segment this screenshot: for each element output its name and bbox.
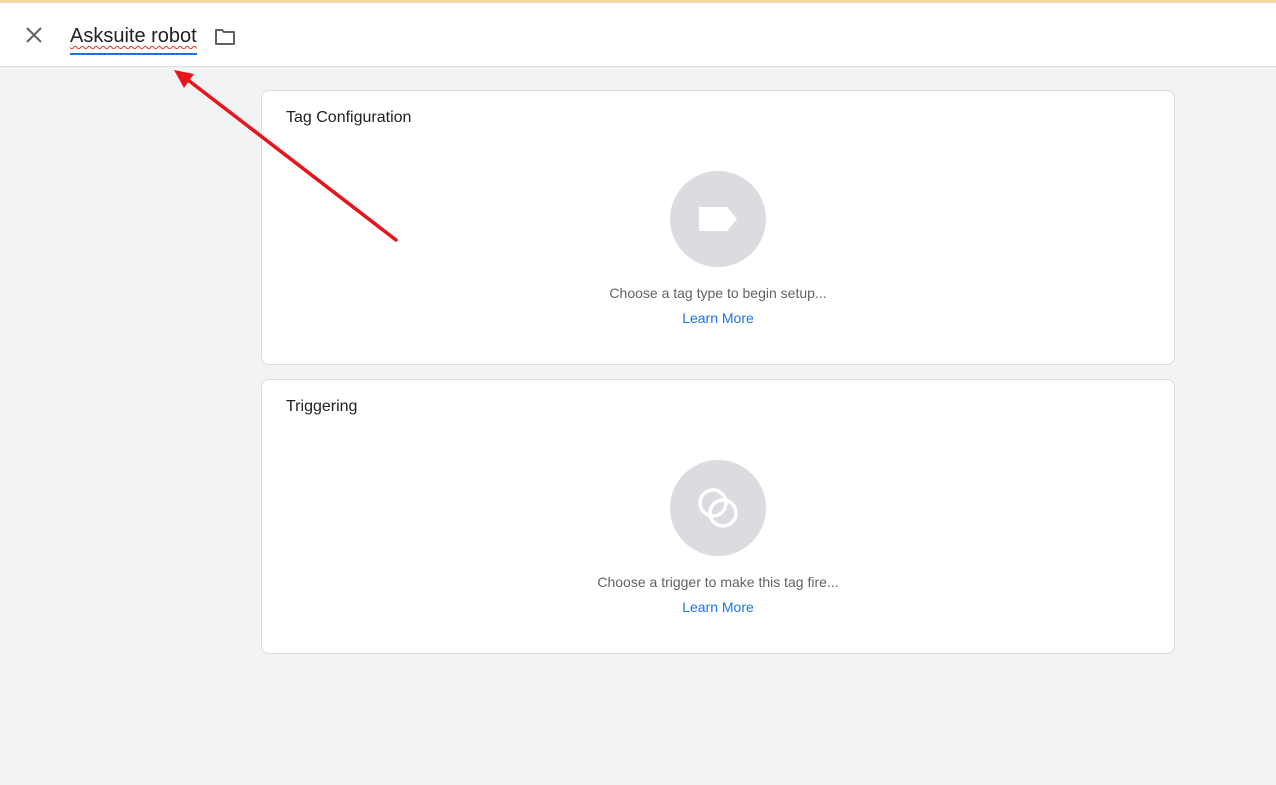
tag-configuration-title: Tag Configuration: [286, 109, 412, 126]
editor-header: Asksuite robot: [0, 3, 1276, 67]
triggering-learn-more-link[interactable]: Learn More: [262, 599, 1174, 615]
trigger-icon: [698, 488, 738, 528]
triggering-title: Triggering: [286, 398, 358, 415]
folder-icon: [215, 29, 235, 45]
folder-button[interactable]: [212, 25, 238, 49]
triggering-description: Choose a trigger to make this tag fire..…: [597, 574, 839, 590]
tag-configuration-description: Choose a tag type to begin setup...: [609, 285, 827, 301]
tag-name-field[interactable]: Asksuite robot: [70, 21, 197, 55]
tag-name-text: Asksuite robot: [70, 25, 197, 47]
trigger-picker[interactable]: [670, 460, 766, 556]
tag-configuration-card: Tag Configuration Choose a tag type to b…: [261, 90, 1175, 365]
tag-icon: [699, 207, 737, 231]
tag-type-picker[interactable]: [670, 171, 766, 267]
triggering-card: Triggering Choose a trigger to make this…: [261, 379, 1175, 654]
close-button[interactable]: [20, 21, 48, 49]
tag-configuration-learn-more-link[interactable]: Learn More: [262, 310, 1174, 326]
close-icon: [26, 27, 42, 43]
